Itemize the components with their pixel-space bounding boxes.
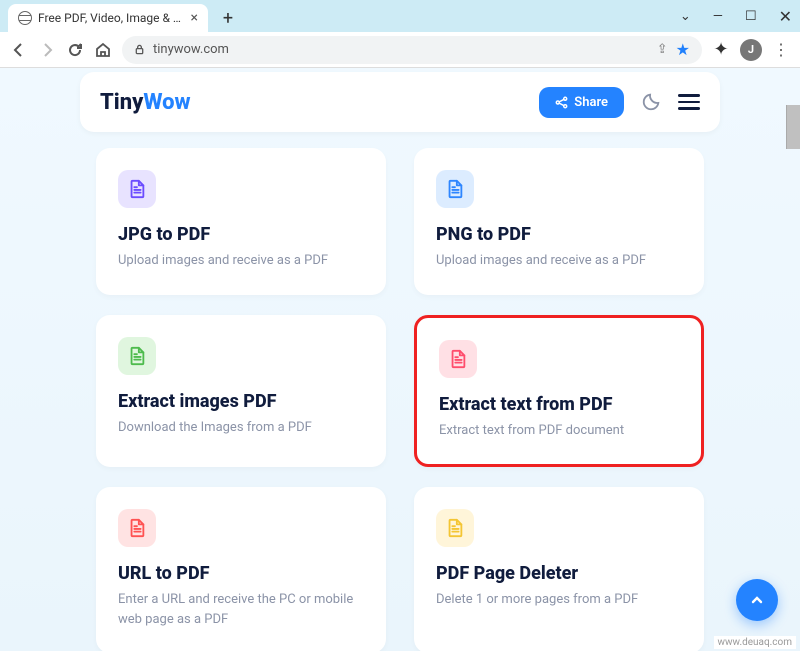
card-desc: Upload images and receive as a PDF [118, 251, 364, 271]
tool-grid: JPG to PDF Upload images and receive as a… [96, 148, 704, 651]
document-icon [118, 509, 156, 547]
site-header: TinyWow Share [80, 72, 720, 132]
extensions-icon[interactable]: ✦ [712, 41, 730, 59]
dropdown-icon[interactable]: ⌄ [680, 9, 691, 24]
share-url-icon[interactable]: ⇪ [657, 42, 668, 57]
minimize-icon[interactable]: — [713, 9, 723, 24]
share-button[interactable]: Share [539, 87, 624, 118]
watermark: www.deuaq.com [714, 636, 797, 649]
card-title: URL to PDF [118, 563, 364, 584]
bookmark-icon[interactable]: ★ [676, 40, 690, 59]
new-tab-button[interactable]: + [216, 6, 240, 30]
scroll-top-button[interactable] [736, 579, 778, 621]
share-icon [555, 96, 568, 109]
card-title: JPG to PDF [118, 224, 364, 245]
document-icon [436, 509, 474, 547]
card-desc: Enter a URL and receive the PC or mobile… [118, 590, 364, 629]
tab-title: Free PDF, Video, Image & Other [38, 11, 185, 25]
address-bar[interactable]: tinywow.com ⇪ ★ [122, 36, 702, 64]
scrollbar-thumb[interactable] [786, 105, 800, 149]
card-title: PNG to PDF [436, 224, 682, 245]
tool-card[interactable]: Extract text from PDF Extract text from P… [414, 315, 704, 468]
maximize-icon[interactable]: ☐ [745, 9, 757, 24]
tool-card[interactable]: PDF Page Deleter Delete 1 or more pages f… [414, 487, 704, 651]
card-title: Extract images PDF [118, 391, 364, 412]
home-icon[interactable] [94, 41, 112, 59]
window-titlebar: Free PDF, Video, Image & Other × + ⌄ — ☐… [0, 0, 800, 32]
card-desc: Download the Images from a PDF [118, 418, 364, 438]
tool-card[interactable]: JPG to PDF Upload images and receive as a… [96, 148, 386, 295]
window-controls: ⌄ — ☐ ✕ [680, 7, 792, 26]
page-content: TinyWow Share JPG to PDF Upload images an… [0, 68, 800, 651]
profile-avatar[interactable]: J [740, 39, 762, 61]
document-icon [439, 340, 477, 378]
globe-icon [18, 11, 32, 25]
card-desc: Extract text from PDF document [439, 421, 679, 441]
menu-icon[interactable] [678, 94, 700, 110]
browser-tab[interactable]: Free PDF, Video, Image & Other × [8, 4, 208, 32]
card-desc: Upload images and receive as a PDF [436, 251, 682, 271]
reload-icon[interactable] [66, 41, 84, 59]
document-icon [436, 170, 474, 208]
card-desc: Delete 1 or more pages from a PDF [436, 590, 682, 610]
tool-card[interactable]: PNG to PDF Upload images and receive as a… [414, 148, 704, 295]
close-tab-icon[interactable]: × [191, 10, 198, 26]
document-icon [118, 337, 156, 375]
card-title: PDF Page Deleter [436, 563, 682, 584]
browser-toolbar: tinywow.com ⇪ ★ ✦ J ⋮ [0, 32, 800, 68]
url-text: tinywow.com [153, 42, 229, 57]
card-title: Extract text from PDF [439, 394, 679, 415]
dark-mode-icon[interactable] [640, 91, 662, 113]
tool-card[interactable]: URL to PDF Enter a URL and receive the PC… [96, 487, 386, 651]
back-icon[interactable] [10, 41, 28, 59]
forward-icon[interactable] [38, 41, 56, 59]
tool-card[interactable]: Extract images PDF Download the Images fr… [96, 315, 386, 468]
menu-dots-icon[interactable]: ⋮ [772, 41, 790, 59]
lock-icon [134, 44, 145, 55]
close-window-icon[interactable]: ✕ [779, 7, 792, 26]
document-icon [118, 170, 156, 208]
site-logo[interactable]: TinyWow [100, 90, 191, 115]
